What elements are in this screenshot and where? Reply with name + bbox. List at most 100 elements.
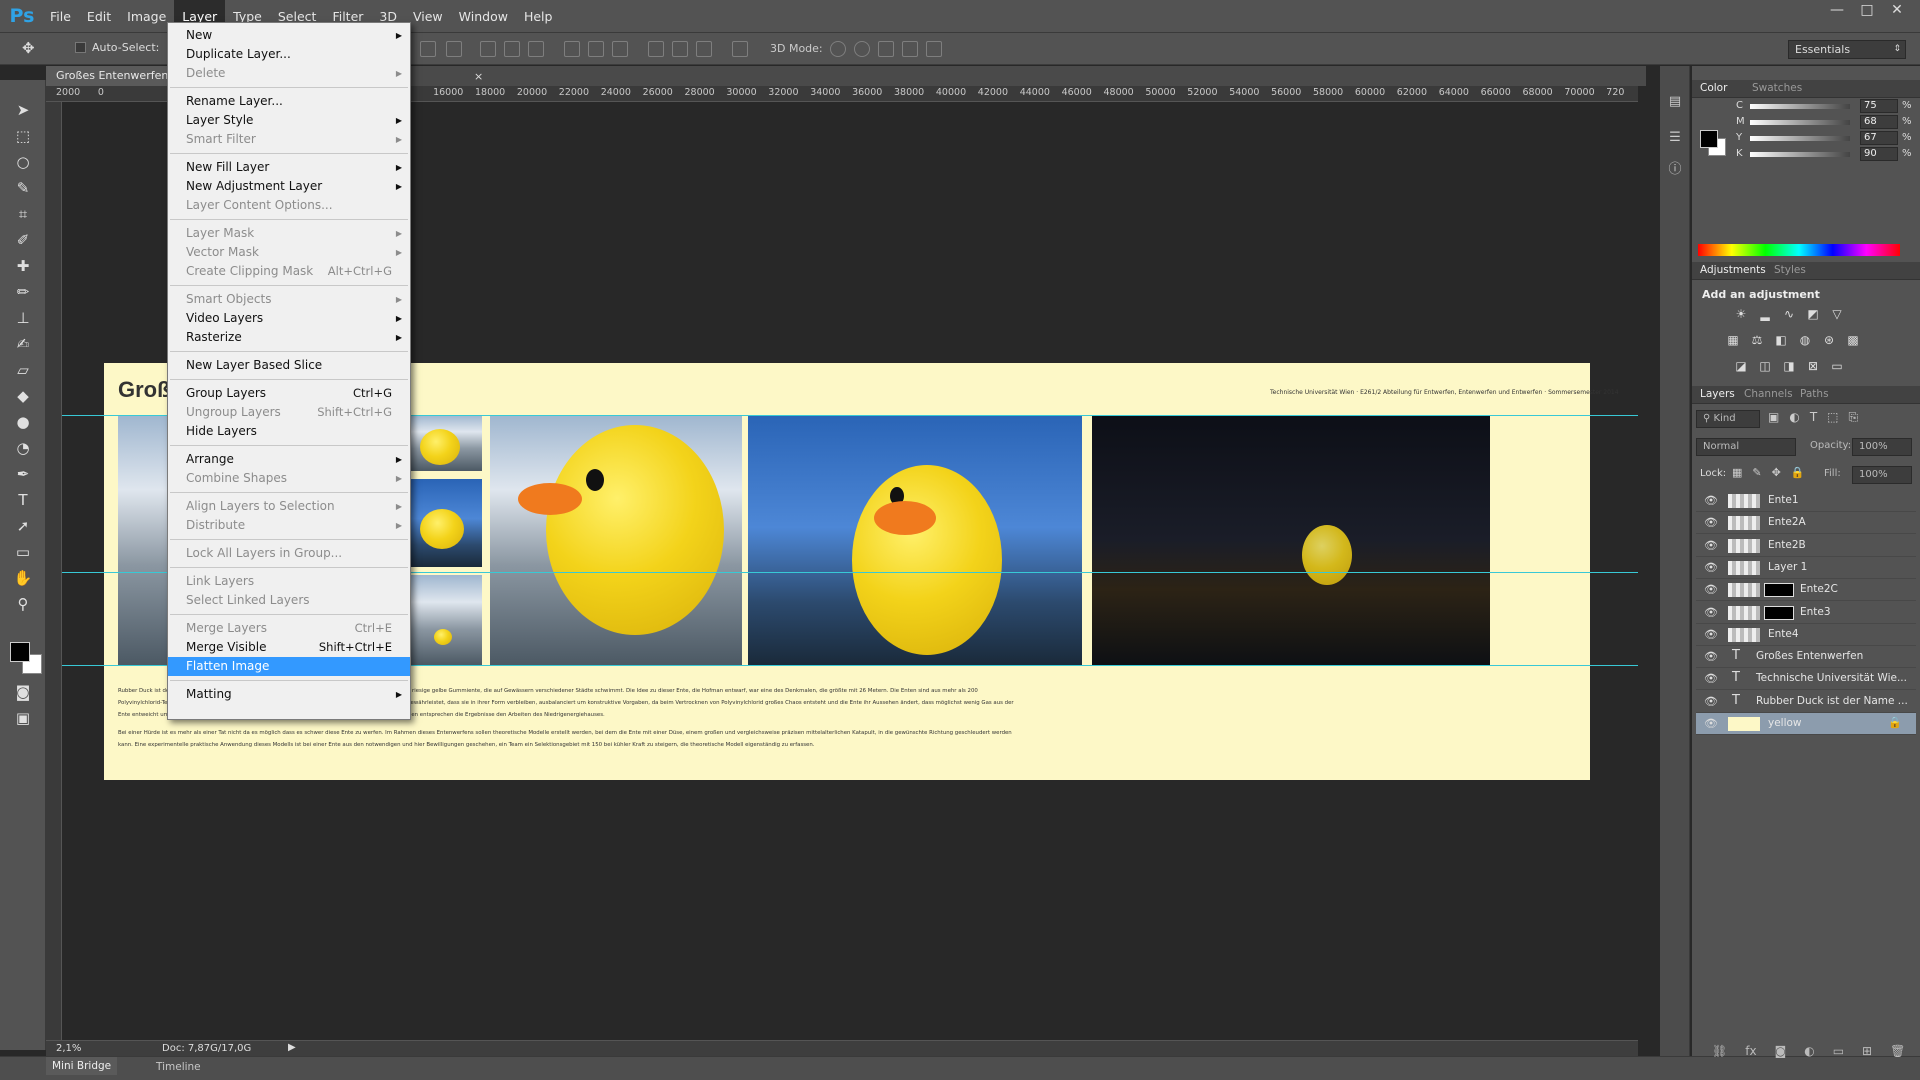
menu-item-matting[interactable]: Matting ▶	[168, 685, 410, 704]
add-mask-icon[interactable]: ◙	[1775, 1044, 1787, 1058]
channel-track[interactable]	[1750, 152, 1850, 157]
tab-channels[interactable]: Channels	[1744, 388, 1793, 400]
brush-tool-icon[interactable]: ✏	[8, 280, 38, 304]
history-brush-tool-icon[interactable]: ✍	[8, 332, 38, 356]
info-icon[interactable]: ⓘ	[1666, 158, 1684, 177]
align-vcenter-icon[interactable]	[446, 41, 462, 57]
distribute-right-icon[interactable]	[696, 41, 712, 57]
black-white-icon[interactable]: ◧	[1772, 332, 1790, 348]
layer-row-ente3[interactable]: 👁 Ente3	[1696, 602, 1916, 624]
healing-tool-icon[interactable]: ✚	[8, 254, 38, 278]
posterize-icon[interactable]: ◫	[1756, 358, 1774, 374]
visibility-eye-icon[interactable]: 👁	[1704, 695, 1718, 708]
gradient-map-icon[interactable]: ▭	[1828, 358, 1846, 374]
threshold-icon[interactable]: ◨	[1780, 358, 1798, 374]
menu-item-distribute[interactable]: Distribute ▶	[168, 516, 410, 535]
layer-row-ente2c[interactable]: 👁 Ente2C	[1696, 579, 1916, 602]
color-spectrum[interactable]	[1698, 244, 1900, 256]
menu-item-rasterize[interactable]: Rasterize ▶	[168, 328, 410, 347]
distribute-hcenter-icon[interactable]	[672, 41, 688, 57]
menu-item-select-linked-layers[interactable]: Select Linked Layers	[168, 591, 410, 610]
auto-select-checkbox[interactable]	[75, 42, 86, 53]
status-arrow-icon[interactable]: ▶	[288, 1042, 296, 1053]
layer-row-ente2a[interactable]: 👁 Ente2A	[1696, 512, 1916, 535]
menu-item-layer-mask[interactable]: Layer Mask ▶	[168, 224, 410, 243]
scale-3d-icon[interactable]	[926, 41, 942, 57]
layer-filter-kind[interactable]: ⚲ Kind	[1696, 410, 1760, 428]
selective-color-icon[interactable]: ⊠	[1804, 358, 1822, 374]
tab-layers[interactable]: Layers	[1700, 388, 1735, 400]
new-layer-icon[interactable]: ⊞	[1862, 1044, 1872, 1058]
layer-row-ente1[interactable]: 👁 Ente1	[1696, 490, 1916, 512]
levels-icon[interactable]: ▂	[1756, 306, 1774, 322]
roll-3d-icon[interactable]	[854, 41, 870, 57]
curves-icon[interactable]: ∿	[1780, 306, 1798, 322]
layer-row-gro-es-entenwerfen[interactable]: 👁 T Großes Entenwerfen	[1696, 646, 1916, 669]
brightness-icon[interactable]: ☀	[1732, 306, 1750, 322]
stamp-tool-icon[interactable]: ⊥	[8, 306, 38, 330]
color-lookup-icon[interactable]: ▩	[1844, 332, 1862, 348]
visibility-eye-icon[interactable]: 👁	[1704, 606, 1718, 619]
visibility-eye-icon[interactable]: 👁	[1704, 494, 1718, 507]
layer-style-icon[interactable]: fx	[1745, 1044, 1756, 1058]
dodge-tool-icon[interactable]: ◔	[8, 436, 38, 460]
channel-value[interactable]: 75	[1860, 99, 1898, 113]
opacity-field[interactable]: 100%	[1852, 438, 1912, 456]
layer-row-yellow[interactable]: 👁 yellow 🔒	[1696, 713, 1916, 735]
menu-item-layer-style[interactable]: Layer Style ▶	[168, 111, 410, 130]
slide-3d-icon[interactable]	[902, 41, 918, 57]
menu-item-layer-content-options[interactable]: Layer Content Options...	[168, 196, 410, 215]
delete-layer-icon[interactable]: 🗑	[1890, 1044, 1905, 1058]
path-select-tool-icon[interactable]: ➚	[8, 514, 38, 538]
filter-type-icon[interactable]: T	[1810, 410, 1817, 425]
marquee-tool-icon[interactable]: ⬚	[8, 124, 38, 148]
menu-item-align-layers-to-selection[interactable]: Align Layers to Selection ▶	[168, 497, 410, 516]
screen-mode-icon[interactable]: ▣	[8, 706, 38, 730]
auto-align-icon[interactable]	[732, 41, 748, 57]
rotate-3d-icon[interactable]	[830, 41, 846, 57]
channel-track[interactable]	[1750, 136, 1850, 141]
color-panel-swatches[interactable]	[1700, 130, 1728, 158]
pen-tool-icon[interactable]: ✒	[8, 462, 38, 486]
menu-item-new-fill-layer[interactable]: New Fill Layer ▶	[168, 158, 410, 177]
new-group-icon[interactable]: ▭	[1833, 1044, 1844, 1058]
color-balance-icon[interactable]: ⚖	[1748, 332, 1766, 348]
menu-item-new-adjustment-layer[interactable]: New Adjustment Layer ▶	[168, 177, 410, 196]
lock-position-icon[interactable]: ✥	[1772, 466, 1781, 479]
visibility-eye-icon[interactable]: 👁	[1704, 561, 1718, 574]
crop-tool-icon[interactable]: ⌗	[8, 202, 38, 226]
zoom-tool-icon[interactable]: ⚲	[8, 592, 38, 616]
timeline-tab[interactable]: Timeline	[156, 1061, 201, 1073]
zoom-level[interactable]: 2,1%	[56, 1043, 81, 1054]
menu-item-flatten-image[interactable]: Flatten Image	[168, 657, 410, 676]
lock-pixels-icon[interactable]: ✎	[1752, 466, 1761, 479]
channel-track[interactable]	[1750, 120, 1850, 125]
menu-help[interactable]: Help	[516, 0, 561, 33]
menu-edit[interactable]: Edit	[79, 0, 119, 33]
lasso-tool-icon[interactable]: ○	[8, 150, 38, 174]
menu-item-create-clipping-mask[interactable]: Create Clipping Mask Alt+Ctrl+G	[168, 262, 410, 281]
move-tool-icon[interactable]: ✥	[22, 39, 35, 57]
properties-icon[interactable]: ☰	[1666, 130, 1684, 148]
distribute-top-icon[interactable]	[564, 41, 580, 57]
new-adjustment-icon[interactable]: ◐	[1804, 1044, 1814, 1058]
menu-item-duplicate-layer[interactable]: Duplicate Layer...	[168, 45, 410, 64]
visibility-eye-icon[interactable]: 👁	[1704, 717, 1718, 730]
close-button[interactable]: ✕	[1882, 0, 1912, 20]
menu-item-merge-layers[interactable]: Merge Layers Ctrl+E	[168, 619, 410, 638]
blend-mode-select[interactable]: Normal	[1696, 438, 1796, 456]
menu-item-new-layer-based-slice[interactable]: New Layer Based Slice	[168, 356, 410, 375]
layer-row-layer-1[interactable]: 👁 Layer 1	[1696, 557, 1916, 579]
layer-row-rubber-duck-ist-der-name[interactable]: 👁 T Rubber Duck ist der Name ...	[1696, 691, 1916, 713]
menu-item-smart-objects[interactable]: Smart Objects ▶	[168, 290, 410, 309]
tab-styles[interactable]: Styles	[1774, 264, 1806, 276]
menu-item-new[interactable]: New ▶	[168, 26, 410, 45]
align-left-icon[interactable]	[480, 41, 496, 57]
auto-select-option[interactable]: Auto-Select:	[75, 41, 159, 54]
layer-mask-thumbnail[interactable]	[1764, 583, 1794, 598]
filter-shape-icon[interactable]: ⬚	[1827, 410, 1838, 425]
photo-filter-icon[interactable]: ◍	[1796, 332, 1814, 348]
align-top-icon[interactable]	[420, 41, 436, 57]
visibility-eye-icon[interactable]: 👁	[1704, 628, 1718, 641]
maximize-button[interactable]: □	[1852, 0, 1882, 20]
